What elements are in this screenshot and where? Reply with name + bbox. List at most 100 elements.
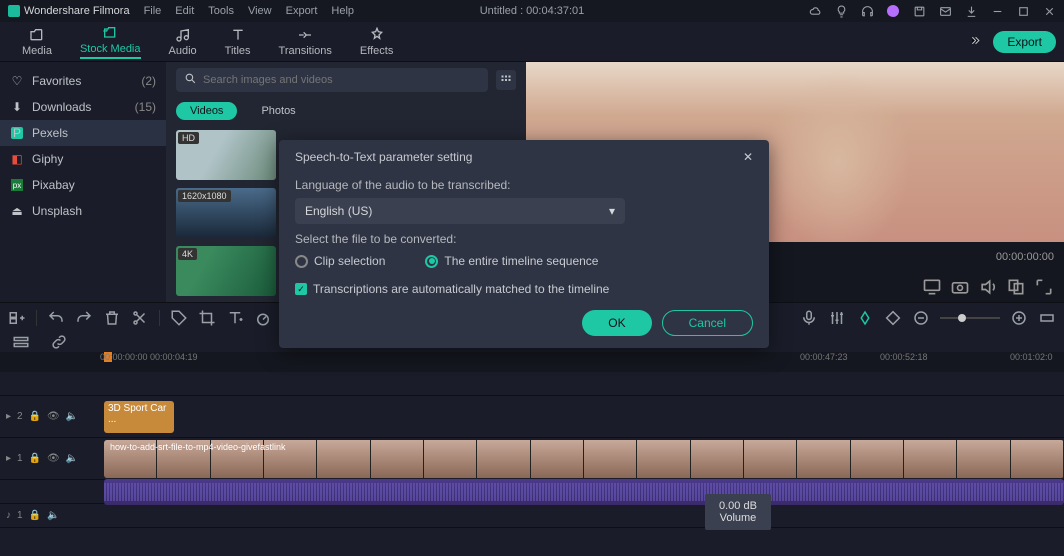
clip-3d-sport-car[interactable]: 3D Sport Car ...	[104, 401, 174, 433]
filmora-logo-icon	[8, 5, 20, 17]
tab-effects[interactable]: Effects	[360, 27, 393, 57]
menu-view[interactable]: View	[248, 5, 272, 17]
marker-icon[interactable]	[856, 309, 874, 327]
radio-clip-selection[interactable]: Clip selection	[295, 254, 385, 268]
undo-icon[interactable]	[47, 309, 65, 327]
speed-icon[interactable]	[254, 309, 272, 327]
modal-title: Speech-to-Text parameter setting	[295, 150, 472, 164]
snapshot-icon[interactable]	[950, 277, 970, 297]
auto-match-checkbox[interactable]: ✓ Transcriptions are automatically match…	[295, 282, 753, 296]
save-icon[interactable]	[912, 4, 926, 18]
zoom-slider[interactable]	[940, 317, 1000, 319]
eye-icon[interactable]: 👁	[47, 411, 60, 422]
menu-tools[interactable]: Tools	[208, 5, 234, 17]
text-icon[interactable]	[226, 309, 244, 327]
menu-edit[interactable]: Edit	[175, 5, 194, 17]
account-icon[interactable]	[886, 4, 900, 18]
keyframe-icon[interactable]	[884, 309, 902, 327]
unsplash-icon: ⏏	[10, 204, 24, 218]
chevron-down-icon: ▾	[609, 204, 615, 218]
volume-icon[interactable]	[978, 277, 998, 297]
headphones-icon[interactable]	[860, 4, 874, 18]
search-input[interactable]	[203, 74, 480, 86]
label-icon[interactable]	[170, 309, 188, 327]
stock-thumb-1[interactable]: HD	[176, 130, 276, 180]
timeline-view-icon[interactable]	[12, 333, 30, 351]
time-ruler[interactable]: 00:00:00:00 00:00:04:19 00:00:47:23 00:0…	[0, 352, 1064, 372]
sidebar-item-favorites[interactable]: ♡Favorites(2)	[0, 68, 166, 94]
add-track-icon[interactable]	[8, 309, 26, 327]
tab-audio[interactable]: Audio	[169, 27, 197, 57]
mixer-icon[interactable]	[828, 309, 846, 327]
grid-view-icon[interactable]	[496, 70, 516, 90]
mute-icon[interactable]: 🔈	[66, 453, 78, 464]
pill-photos[interactable]: Photos	[247, 102, 309, 120]
track-v1[interactable]: ▸1🔒👁🔈 how-to-add-srt-file-to-mp4-video-g…	[0, 438, 1064, 480]
crop-icon[interactable]	[198, 309, 216, 327]
audio-track-icon: ♪	[6, 510, 11, 521]
maximize-icon[interactable]	[1016, 4, 1030, 18]
app-name: Wondershare Filmora	[24, 5, 130, 17]
search-input-box[interactable]	[176, 68, 488, 92]
screen-icon[interactable]	[922, 277, 942, 297]
lock-icon[interactable]: 🔒	[29, 453, 41, 464]
pill-videos[interactable]: Videos	[176, 102, 237, 120]
track-v2[interactable]: ▸2🔒👁🔈 3D Sport Car ...	[0, 396, 1064, 438]
link-icon[interactable]	[50, 333, 68, 351]
download-folder-icon: ⬇	[10, 100, 24, 114]
mic-icon[interactable]	[800, 309, 818, 327]
tab-titles[interactable]: Titles	[225, 27, 251, 57]
volume-tooltip: 0.00 dB Volume	[705, 494, 771, 530]
sidebar-item-unsplash[interactable]: ⏏Unsplash	[0, 198, 166, 224]
mute-icon[interactable]: 🔈	[47, 510, 59, 521]
pixabay-icon: px	[10, 178, 24, 192]
tab-stock-media[interactable]: Stock Media	[80, 25, 141, 59]
heart-icon: ♡	[10, 74, 24, 88]
stock-thumb-2[interactable]: 1620x1080	[176, 188, 276, 238]
clip-audio[interactable]	[104, 479, 1064, 505]
sidebar-item-pixabay[interactable]: pxPixabay	[0, 172, 166, 198]
ok-button[interactable]: OK	[582, 310, 651, 336]
sidebar-item-downloads[interactable]: ⬇Downloads(15)	[0, 94, 166, 120]
modal-close-icon[interactable]: ✕	[743, 150, 753, 164]
zoom-in-icon[interactable]	[1010, 309, 1028, 327]
radio-entire-timeline[interactable]: The entire timeline sequence	[425, 254, 598, 268]
lock-icon[interactable]: 🔒	[29, 510, 41, 521]
zoom-fit-icon[interactable]	[1038, 309, 1056, 327]
mute-icon[interactable]: 🔈	[66, 411, 78, 422]
minimize-icon[interactable]	[990, 4, 1004, 18]
expand-icon[interactable]	[1034, 277, 1054, 297]
export-button[interactable]: Export	[993, 31, 1056, 53]
delete-icon[interactable]	[103, 309, 121, 327]
menu-file[interactable]: File	[144, 5, 162, 17]
more-tabs-icon[interactable]	[968, 34, 981, 50]
split-icon[interactable]	[131, 309, 149, 327]
menu-help[interactable]: Help	[331, 5, 354, 17]
pexels-icon: P	[10, 126, 24, 140]
cancel-button[interactable]: Cancel	[662, 310, 753, 336]
tab-transitions[interactable]: Transitions	[279, 27, 332, 57]
sidebar-item-giphy[interactable]: ◧Giphy	[0, 146, 166, 172]
lightbulb-icon[interactable]	[834, 4, 848, 18]
search-icon	[184, 72, 197, 88]
menu-export[interactable]: Export	[286, 5, 318, 17]
lock-icon[interactable]: 🔒	[29, 411, 41, 422]
tab-media[interactable]: Media	[22, 27, 52, 57]
download-icon[interactable]	[964, 4, 978, 18]
copy-icon[interactable]	[1006, 277, 1026, 297]
eye-icon[interactable]: 👁	[47, 453, 60, 464]
redo-icon[interactable]	[75, 309, 93, 327]
video-track-icon: ▸	[6, 411, 11, 422]
zoom-out-icon[interactable]	[912, 309, 930, 327]
close-icon[interactable]	[1042, 4, 1056, 18]
file-label: Select the file to be converted:	[295, 232, 753, 246]
sidebar-item-pexels[interactable]: PPexels	[0, 120, 166, 146]
clip-main-video[interactable]: how-to-add-srt-file-to-mp4-video-givefas…	[104, 440, 1064, 478]
mail-icon[interactable]	[938, 4, 952, 18]
track-a-wave[interactable]	[0, 480, 1064, 504]
track-a1[interactable]: ♪1🔒🔈	[0, 504, 1064, 528]
lang-select[interactable]: English (US) ▾	[295, 198, 625, 224]
cloud-icon[interactable]	[808, 4, 822, 18]
top-tabs: Media Stock Media Audio Titles Transitio…	[0, 22, 1064, 62]
stock-thumb-3[interactable]: 4K	[176, 246, 276, 296]
